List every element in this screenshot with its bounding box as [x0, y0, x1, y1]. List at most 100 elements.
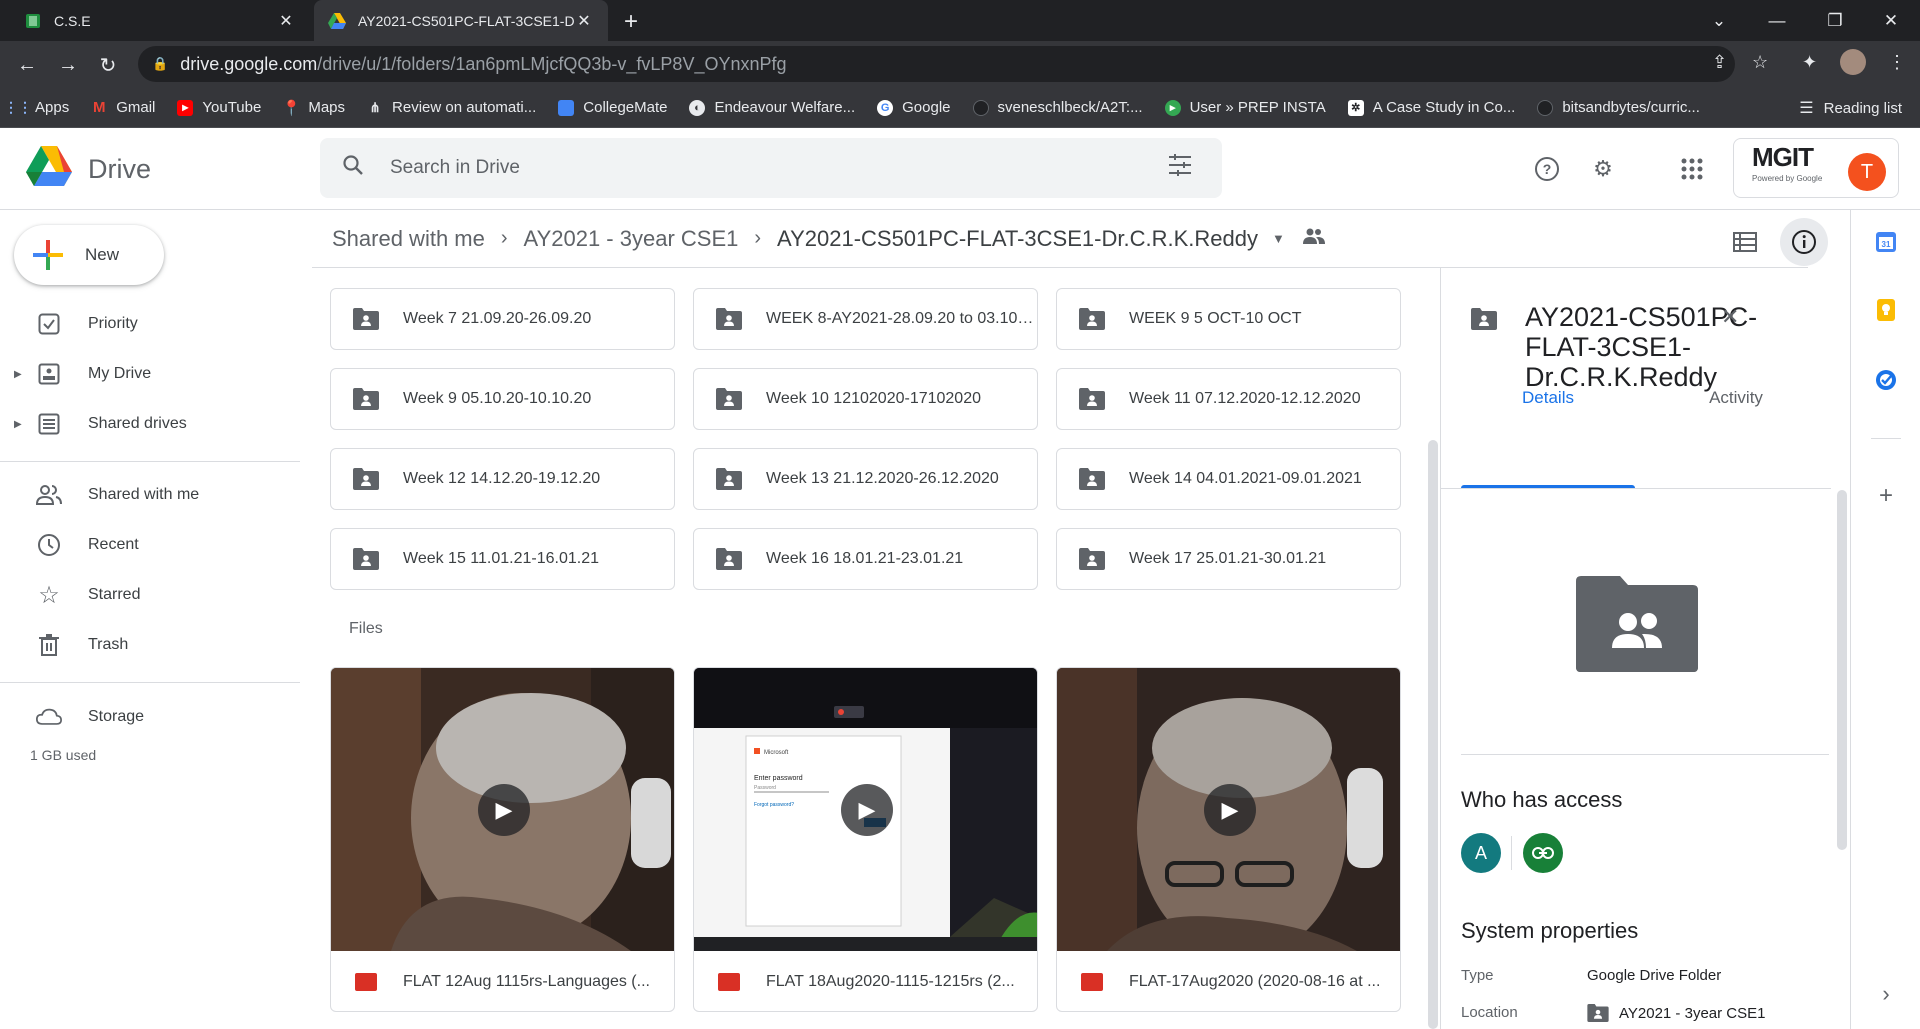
link-sharing-icon[interactable]	[1523, 833, 1563, 873]
folder-item[interactable]: Week 9 05.10.20-10.10.20	[330, 368, 675, 430]
tab-search-chevron-icon[interactable]: ⌄	[1690, 0, 1748, 41]
browser-tab-drive[interactable]: AY2021-CS501PC-FLAT-3CSE1-Dr ✕	[314, 0, 608, 41]
add-addon-plus-icon[interactable]: +	[1872, 482, 1900, 510]
bookmark-collegemate[interactable]: CollegeMate	[558, 99, 667, 116]
org-logo: MGIT Powered by Google	[1752, 142, 1823, 183]
tasks-icon[interactable]	[1872, 366, 1900, 394]
folder-item[interactable]: Week 14 04.01.2021-09.01.2021	[1056, 448, 1401, 510]
extensions-puzzle-icon[interactable]: ✦	[1802, 52, 1817, 73]
close-icon[interactable]: ✕	[1721, 304, 1739, 330]
restore-window-icon[interactable]: ❐	[1806, 0, 1864, 41]
tab-details[interactable]: Details	[1461, 388, 1635, 408]
play-icon[interactable]: ▶	[478, 784, 530, 836]
bookmark-star-icon[interactable]: ☆	[1752, 52, 1768, 73]
bookmark-endeavour[interactable]: ◐ Endeavour Welfare...	[689, 99, 855, 116]
breadcrumb-shared-with-me[interactable]: Shared with me	[332, 226, 485, 252]
folder-menu-dropdown-icon[interactable]: ▼	[1272, 231, 1285, 246]
calendar-icon[interactable]: 31	[1872, 228, 1900, 256]
bookmark-case-study[interactable]: ✲ A Case Study in Co...	[1347, 99, 1515, 116]
search-options-icon[interactable]	[1168, 154, 1192, 182]
access-avatar[interactable]: A	[1461, 833, 1501, 873]
breadcrumb-current-folder[interactable]: AY2021-CS501PC-FLAT-3CSE1-Dr.C.R.K.Reddy	[777, 226, 1258, 252]
file-name: FLAT-17Aug2020 (2020-08-16 at ...	[1129, 973, 1381, 990]
info-details-icon[interactable]	[1780, 218, 1828, 266]
location-link[interactable]: AY2021 - 3year CSE1	[1587, 1004, 1765, 1022]
folder-item[interactable]: Week 16 18.01.21-23.01.21	[693, 528, 1038, 590]
sidebar-item-my-drive[interactable]: ▶ My Drive	[0, 354, 300, 394]
file-card[interactable]: ▶ FLAT-17Aug2020 (2020-08-16 at ...	[1056, 667, 1401, 1012]
forward-arrow-icon[interactable]: →	[54, 51, 82, 79]
file-card[interactable]: Microsoft Enter password Password Forgot…	[693, 667, 1038, 1012]
folder-item[interactable]: Week 17 25.01.21-30.01.21	[1056, 528, 1401, 590]
close-window-icon[interactable]: ✕	[1862, 0, 1920, 41]
search-icon[interactable]	[342, 154, 370, 182]
browser-tab-cse[interactable]: C.S.E ✕	[10, 0, 310, 41]
folder-item[interactable]: Week 15 11.01.21-16.01.21	[330, 528, 675, 590]
sidebar-item-trash[interactable]: Trash	[0, 625, 300, 665]
expand-arrow-icon[interactable]: ▶	[14, 369, 22, 380]
folder-item[interactable]: Week 7 21.09.20-26.09.20	[330, 288, 675, 350]
breadcrumb-parent-folder[interactable]: AY2021 - 3year CSE1	[524, 226, 739, 252]
new-button[interactable]: New	[14, 225, 164, 285]
close-tab-icon[interactable]: ✕	[276, 11, 296, 31]
folder-item[interactable]: Week 10 12102020-17102020	[693, 368, 1038, 430]
sidebar: New Priority ▶ My Drive ▶ Shared drives …	[0, 210, 312, 1029]
cloud-icon	[36, 704, 62, 730]
help-icon[interactable]: ?	[1528, 150, 1566, 188]
address-bar[interactable]: 🔒 drive.google.com/drive/u/1/folders/1an…	[138, 46, 1735, 82]
close-tab-icon[interactable]: ✕	[574, 11, 594, 31]
folder-item[interactable]: Week 13 21.12.2020-26.12.2020	[693, 448, 1038, 510]
shared-drives-icon	[36, 411, 62, 437]
list-view-icon[interactable]	[1721, 218, 1769, 266]
bookmark-youtube[interactable]: ▶ YouTube	[177, 99, 261, 116]
bookmark-google[interactable]: G Google	[877, 99, 951, 116]
chevron-right-icon: ›	[754, 227, 762, 249]
organization-account-box[interactable]: MGIT Powered by Google T	[1733, 138, 1899, 198]
play-icon[interactable]: ▶	[1204, 784, 1256, 836]
drive-logo[interactable]: Drive	[26, 146, 151, 193]
account-avatar[interactable]: T	[1848, 153, 1886, 191]
expand-arrow-icon[interactable]: ▶	[14, 419, 22, 430]
keep-icon[interactable]	[1872, 296, 1900, 324]
expand-panel-chevron-icon[interactable]: ›	[1872, 980, 1900, 1008]
tab-activity[interactable]: Activity	[1649, 388, 1823, 408]
tab-title: C.S.E	[54, 12, 91, 29]
profile-avatar-icon[interactable]	[1840, 49, 1866, 75]
file-browser: Week 7 21.09.20-26.09.20 WEEK 8-AY2021-2…	[312, 268, 1432, 1029]
shared-folder-people-icon[interactable]	[1302, 228, 1325, 249]
sidebar-item-starred[interactable]: ☆ Starred	[0, 575, 300, 615]
main-scrollbar[interactable]	[1428, 440, 1438, 1029]
bookmark-gmail[interactable]: M Gmail	[91, 99, 155, 116]
reload-icon[interactable]: ↻	[94, 51, 122, 79]
details-scrollbar[interactable]	[1837, 490, 1847, 850]
folder-item[interactable]: WEEK 8-AY2021-28.09.20 to 03.10.20	[693, 288, 1038, 350]
folder-item[interactable]: Week 12 14.12.20-19.12.20	[330, 448, 675, 510]
folder-name: Week 13 21.12.2020-26.12.2020	[766, 470, 999, 487]
bookmark-maps[interactable]: 📍 Maps	[282, 99, 345, 117]
search-bar[interactable]: Search in Drive	[320, 138, 1222, 198]
kebab-menu-icon[interactable]: ⋮	[1888, 52, 1906, 73]
bookmark-github-bitsandbytes[interactable]: bitsandbytes/curric...	[1537, 99, 1700, 116]
sidebar-item-recent[interactable]: Recent	[0, 525, 300, 565]
settings-gear-icon[interactable]: ⚙	[1584, 150, 1622, 188]
bookmark-github-a2t[interactable]: sveneschlbeck/A2T:...	[972, 99, 1143, 116]
sidebar-item-priority[interactable]: Priority	[0, 304, 300, 344]
back-arrow-icon[interactable]: ←	[13, 51, 41, 79]
play-icon[interactable]: ▶	[841, 784, 893, 836]
bookmark-apps[interactable]: ⋮⋮ Apps	[4, 99, 69, 116]
google-apps-icon[interactable]	[1673, 150, 1711, 188]
bookmark-prepinsta[interactable]: ▸ User » PREP INSTA	[1164, 99, 1326, 116]
sidebar-item-shared-with-me[interactable]: Shared with me	[0, 475, 300, 515]
new-tab-plus-icon[interactable]: +	[624, 8, 638, 36]
search-input[interactable]: Search in Drive	[390, 157, 1168, 179]
bookmark-review[interactable]: ⋔ Review on automati...	[367, 99, 537, 116]
file-card[interactable]: ▶ FLAT 12Aug 1115rs-Languages (...	[330, 667, 675, 1012]
sidebar-item-shared-drives[interactable]: ▶ Shared drives	[0, 404, 300, 444]
breadcrumb: Shared with me › AY2021 - 3year CSE1 › A…	[312, 210, 1808, 268]
reading-list[interactable]: ☰ Reading list	[1799, 88, 1902, 128]
minimize-icon[interactable]: —	[1748, 0, 1806, 41]
share-icon[interactable]: ⇪	[1712, 52, 1727, 73]
folder-item[interactable]: WEEK 9 5 OCT-10 OCT	[1056, 288, 1401, 350]
folder-item[interactable]: Week 11 07.12.2020-12.12.2020	[1056, 368, 1401, 430]
sidebar-item-storage[interactable]: Storage	[0, 697, 300, 737]
